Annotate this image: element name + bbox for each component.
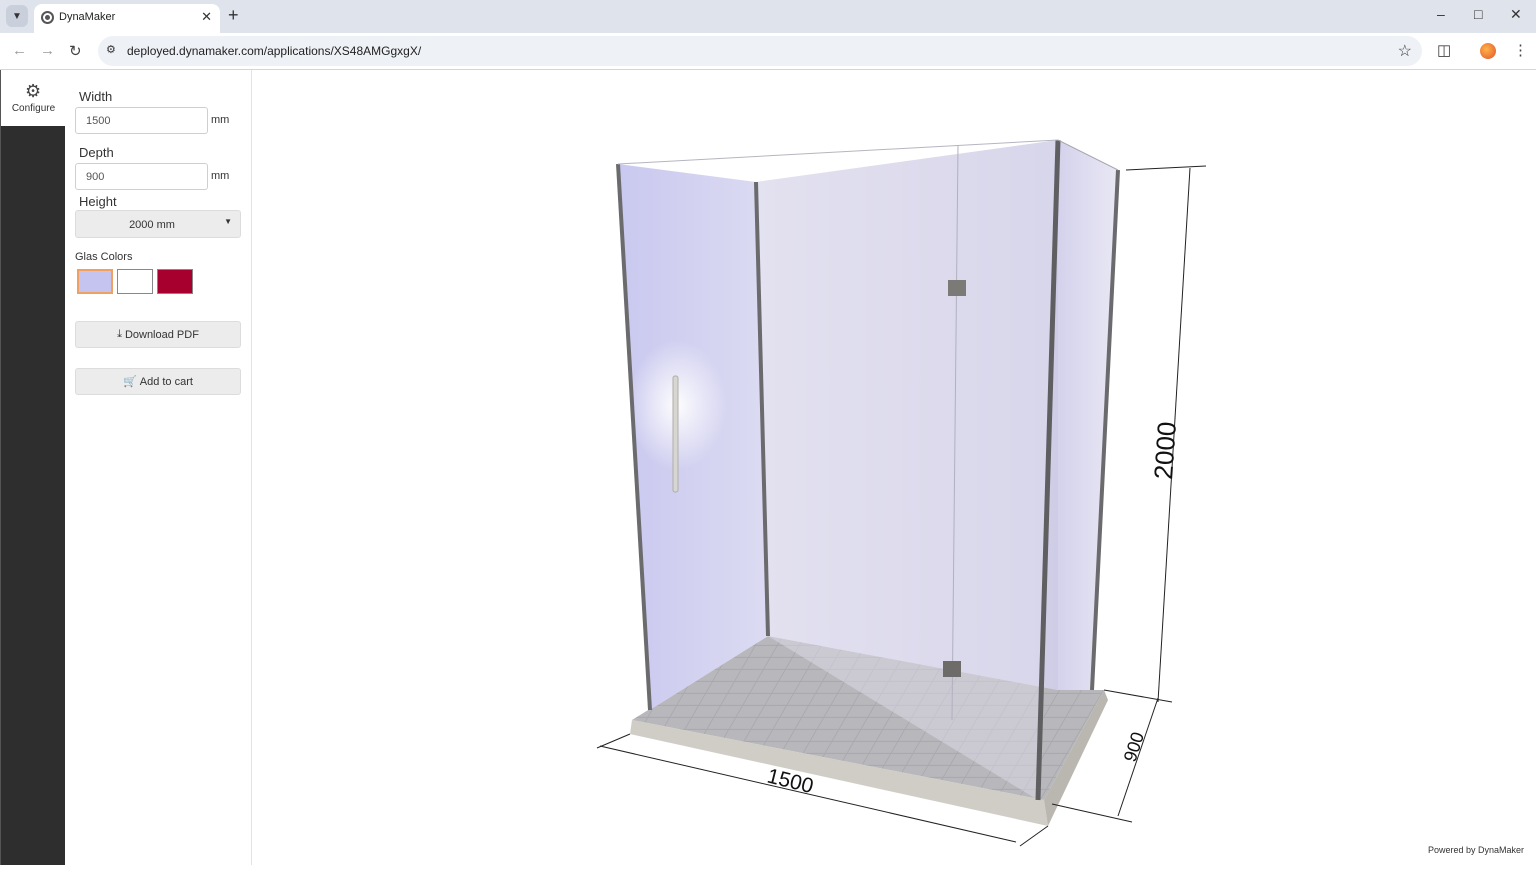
browser-toolbar: ← → ↻ ⚙ deployed.dynamaker.com/applicati… (0, 33, 1536, 70)
3d-viewport[interactable]: 2000 1500 900 Powered by DynaMaker (252, 70, 1536, 865)
bookmark-star-icon[interactable]: ☆ (1398, 41, 1412, 61)
download-pdf-label: Download PDF (124, 328, 199, 341)
cart-icon: 🛒 (123, 376, 137, 388)
powered-by-label: Powered by DynaMaker (1427, 845, 1524, 855)
width-input[interactable] (75, 107, 208, 134)
site-info-icon[interactable]: ⚙ (106, 43, 120, 57)
config-panel: Width mm Depth mm Height 2000 mm ▼ Glas … (65, 70, 252, 865)
new-tab-icon[interactable]: + (228, 5, 239, 25)
left-rail: ⚙ Configure (0, 70, 66, 865)
height-dropdown[interactable]: 2000 mm ▼ (75, 210, 241, 238)
color-swatch-crimson[interactable] (157, 269, 193, 294)
address-bar[interactable]: ⚙ deployed.dynamaker.com/applications/XS… (98, 36, 1422, 66)
width-label: Width (79, 89, 113, 104)
depth-label: Depth (79, 145, 114, 160)
browser-tab-bar: ▼ DynaMaker ✕ + – □ ✕ (0, 0, 1536, 33)
glass-colors-label: Glas Colors (75, 251, 133, 263)
hinge-top (948, 280, 966, 296)
close-tab-icon[interactable]: ✕ (201, 9, 212, 25)
back-icon[interactable]: ← (12, 42, 27, 59)
height-value: 2000 mm (129, 219, 175, 231)
configure-label: Configure (11, 103, 56, 114)
shower-model: 2000 1500 900 (596, 139, 1207, 847)
caret-down-icon: ▼ (224, 217, 232, 226)
add-to-cart-button[interactable]: 🛒 Add to cart (75, 368, 241, 395)
door-handle (672, 375, 679, 493)
app: ⚙ Configure Width mm Depth mm Height 200… (0, 70, 1536, 865)
download-icon: ⤓ (117, 328, 122, 340)
download-pdf-button[interactable]: ⤓ Download PDF (75, 321, 241, 348)
minimize-icon[interactable]: – (1437, 6, 1445, 22)
color-swatch-lavender[interactable] (77, 269, 113, 294)
gear-icon: ⚙ (25, 81, 42, 101)
profile-avatar[interactable] (1480, 43, 1496, 59)
depth-unit: mm (211, 170, 230, 182)
maximize-icon[interactable]: □ (1474, 6, 1482, 22)
right-glass-panel (1058, 140, 1118, 690)
browser-tab[interactable]: DynaMaker ✕ (34, 4, 220, 33)
hinge-bottom (943, 661, 961, 677)
forward-icon[interactable]: → (40, 42, 55, 59)
window-close-icon[interactable]: ✕ (1510, 6, 1522, 23)
globe-icon (41, 11, 54, 24)
browser-menu-icon[interactable]: ⋮ (1513, 41, 1528, 59)
extensions-icon[interactable]: ◫ (1437, 41, 1451, 59)
dim-label-depth: 900 (1120, 729, 1148, 764)
tab-title: DynaMaker (59, 11, 116, 23)
depth-input[interactable] (75, 163, 208, 190)
color-swatch-white[interactable] (117, 269, 153, 294)
reload-icon[interactable]: ↻ (69, 42, 82, 60)
height-label: Height (79, 194, 117, 209)
configure-tab[interactable]: ⚙ Configure (1, 70, 66, 126)
dim-label-height: 2000 (1148, 421, 1182, 481)
tab-search-button[interactable]: ▼ (6, 5, 28, 27)
width-unit: mm (211, 114, 230, 126)
url-text[interactable]: deployed.dynamaker.com/applications/XS48… (127, 44, 421, 58)
add-to-cart-label: Add to cart (139, 375, 193, 388)
